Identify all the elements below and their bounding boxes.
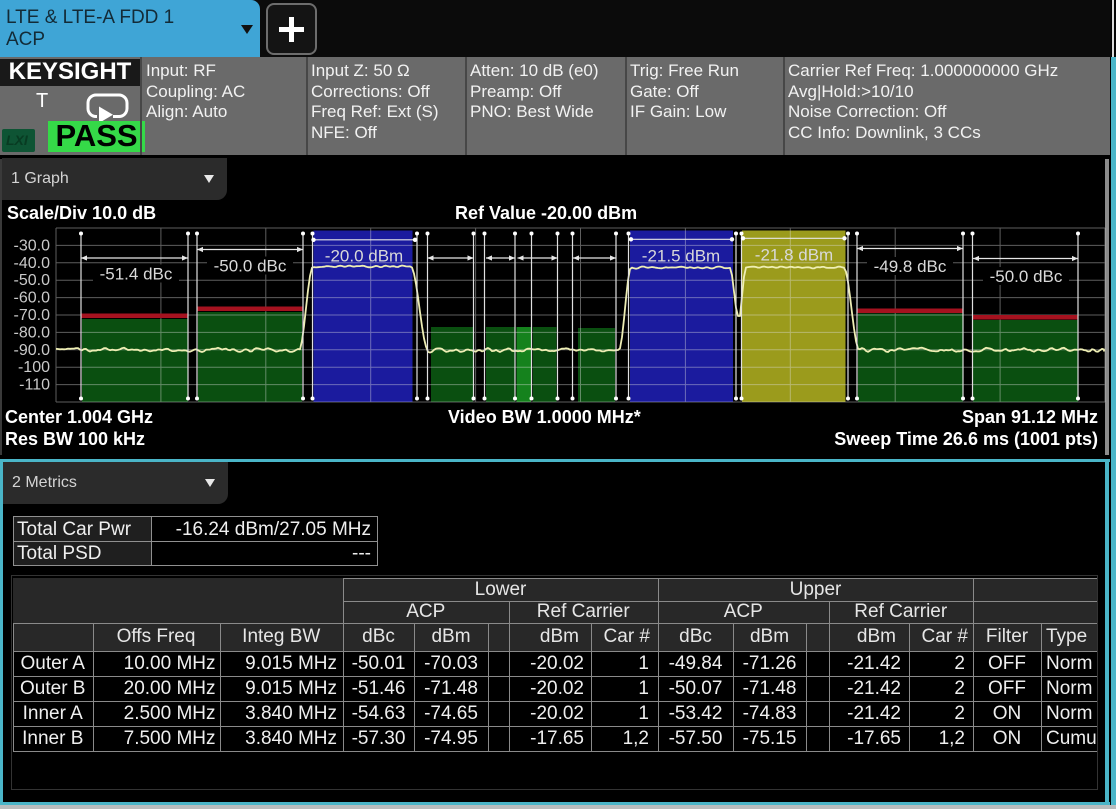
svg-text:-50.0 dBc: -50.0 dBc [990, 267, 1063, 286]
svg-text:-80.0: -80.0 [14, 324, 51, 341]
svg-text:-90.0: -90.0 [14, 342, 51, 359]
svg-text:-51.4 dBc: -51.4 dBc [100, 265, 173, 284]
svg-text:-110: -110 [19, 377, 50, 394]
svg-text:-50.0: -50.0 [14, 272, 51, 289]
svg-text:-100: -100 [18, 359, 50, 376]
svg-text:-40.0: -40.0 [14, 255, 51, 272]
svg-text:-30.0: -30.0 [14, 237, 51, 254]
svg-text:-21.5 dBm: -21.5 dBm [642, 247, 720, 266]
svg-text:-60.0: -60.0 [14, 290, 51, 307]
svg-text:-50.0 dBc: -50.0 dBc [214, 257, 287, 276]
svg-text:-70.0: -70.0 [14, 307, 51, 324]
svg-text:-20.0 dBm: -20.0 dBm [325, 247, 403, 266]
svg-text:-49.8 dBc: -49.8 dBc [874, 257, 947, 276]
svg-text:-21.8 dBm: -21.8 dBm [755, 246, 833, 265]
